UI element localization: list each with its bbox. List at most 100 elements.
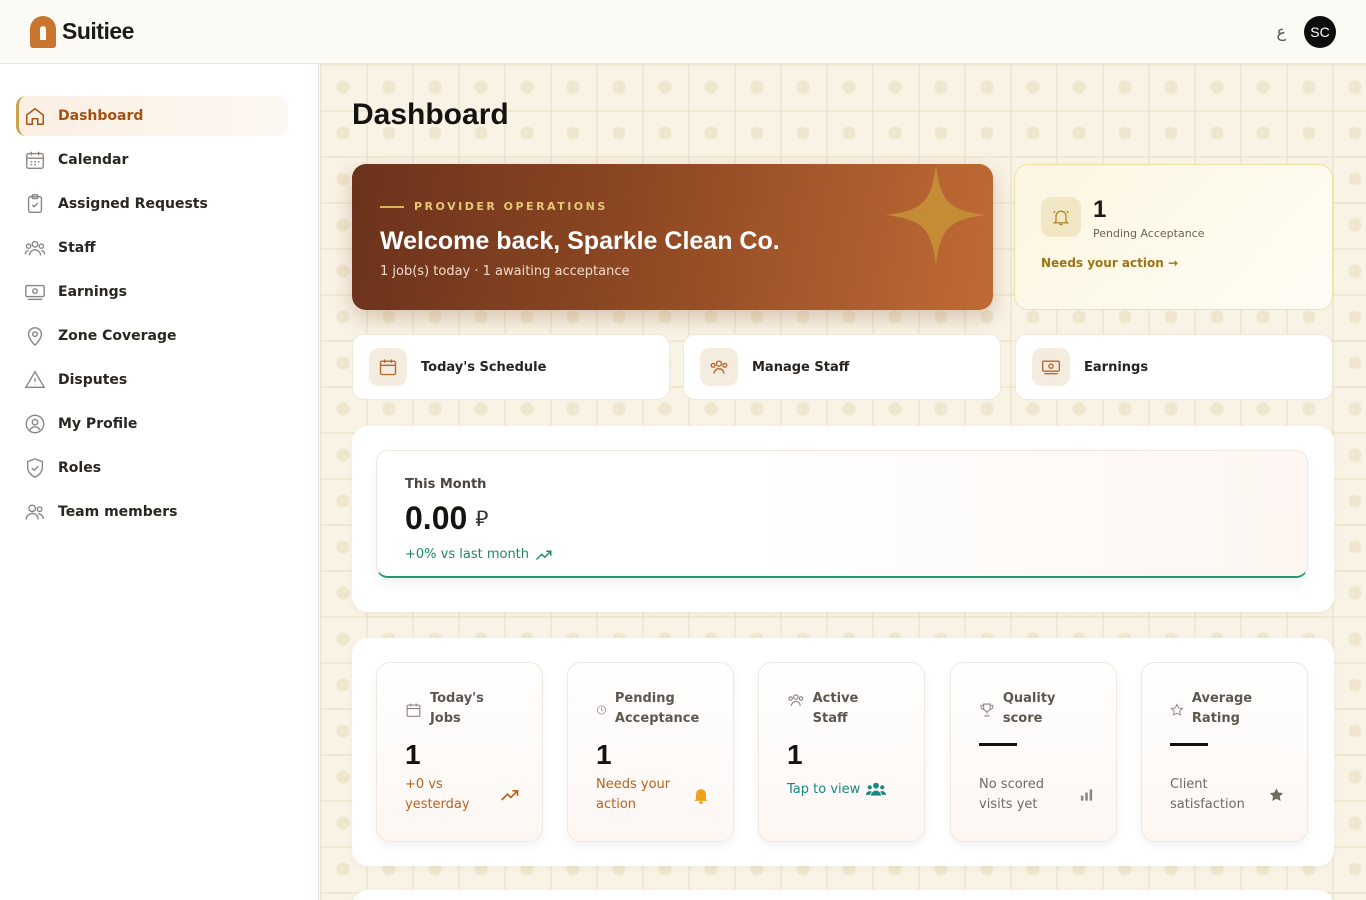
warning-icon: [24, 369, 46, 391]
banknote-icon: [24, 281, 46, 303]
earnings-amount: 0.00: [405, 500, 468, 536]
needs-action-link[interactable]: Needs your action →: [1041, 256, 1306, 270]
stat-card-active-staff[interactable]: Active Staff 1 Tap to view: [758, 662, 925, 842]
sidebar-item-label: Calendar: [58, 152, 129, 168]
sidebar-item-label: Earnings: [58, 284, 128, 300]
users-icon: [24, 237, 46, 259]
welcome-banner: PROVIDER OPERATIONS Welcome back, Sparkl…: [352, 164, 993, 310]
calendar-icon: [24, 149, 46, 171]
pending-count: 1: [1093, 196, 1107, 223]
month-delta-text: +0% vs last month: [405, 547, 530, 562]
stat-card-quality-score[interactable]: Quality score No scored visits yet: [950, 662, 1117, 842]
sidebar-item-disputes[interactable]: Disputes: [16, 360, 288, 400]
main-content: Dashboard PROVIDER OPERATIONS Welcome ba…: [320, 64, 1366, 900]
users-icon: [700, 348, 738, 386]
page-title: Dashboard: [352, 98, 509, 131]
next-panel: [352, 890, 1334, 900]
sidebar-item-calendar[interactable]: Calendar: [16, 140, 288, 180]
this-month-value: 0.00 ⃁: [405, 500, 1279, 537]
logo-mark-icon: [30, 15, 56, 48]
shield-check-icon: [24, 457, 46, 479]
sidebar-item-roles[interactable]: Roles: [16, 448, 288, 488]
welcome-subtitle: 1 job(s) today · 1 awaiting acceptance: [380, 264, 630, 279]
app-logo[interactable]: Suitiee: [30, 15, 134, 48]
stat-value: 1: [596, 739, 612, 770]
hero-eyebrow-text: PROVIDER OPERATIONS: [414, 200, 608, 213]
hero-divider: [380, 205, 404, 208]
map-pin-icon: [24, 325, 46, 347]
stat-card-todays-jobs[interactable]: Today's Jobs 1 +0 vs yesterday: [376, 662, 543, 842]
bar-chart-icon: [1080, 789, 1093, 801]
stat-value-empty: [979, 743, 1017, 746]
todays-schedule-button[interactable]: Today's Schedule: [352, 334, 670, 400]
sidebar-item-assigned-requests[interactable]: Assigned Requests: [16, 184, 288, 224]
sidebar-item-label: Team members: [58, 504, 178, 520]
app-name: Suitiee: [62, 18, 134, 44]
stat-title: Quality score: [1002, 691, 1056, 726]
sidebar-item-label: My Profile: [58, 416, 138, 432]
stat-card-pending-acceptance[interactable]: Pending Acceptance 1 Needs your action: [567, 662, 734, 842]
stats-panel: Today's Jobs 1 +0 vs yesterday Pending A…: [352, 638, 1334, 866]
stat-footnote: Tap to view: [787, 781, 861, 797]
manage-staff-button[interactable]: Manage Staff: [683, 334, 1001, 400]
clock-icon: [596, 705, 606, 715]
star-icon: [1170, 703, 1184, 716]
sidebar-item-label: Dashboard: [58, 108, 144, 124]
sidebar: Dashboard Calendar Assigned Requests Sta…: [0, 64, 319, 900]
quick-action-label: Manage Staff: [752, 359, 850, 375]
stat-footnote: No scored visits yet: [979, 777, 1044, 812]
calendar-icon: [406, 703, 421, 717]
currency-symbol: ⃁: [475, 505, 489, 531]
stat-footnote: Needs your action: [596, 777, 671, 812]
trending-up-icon: [501, 790, 519, 801]
quick-action-label: Earnings: [1084, 359, 1149, 375]
sidebar-item-my-profile[interactable]: My Profile: [16, 404, 288, 444]
tap-to-view-link[interactable]: Tap to view: [787, 781, 896, 797]
stat-footnote: Client satisfaction: [1170, 777, 1245, 812]
bell-icon: [1041, 197, 1081, 237]
stat-title: Today's Jobs: [429, 691, 484, 726]
sidebar-item-staff[interactable]: Staff: [16, 228, 288, 268]
calendar-icon: [369, 348, 407, 386]
stat-title: Pending Acceptance: [614, 691, 700, 726]
sidebar-item-zone-coverage[interactable]: Zone Coverage: [16, 316, 288, 356]
team-icon: [24, 501, 46, 523]
language-toggle[interactable]: ع: [1276, 22, 1286, 41]
welcome-title: Welcome back, Sparkle Clean Co.: [380, 227, 780, 255]
monthly-earnings-panel: This Month 0.00 ⃁ +0% vs last month: [352, 426, 1334, 612]
this-month-label: This Month: [405, 477, 487, 492]
star-filled-icon: [1269, 788, 1284, 801]
sidebar-item-label: Staff: [58, 240, 96, 256]
stat-card-average-rating[interactable]: Average Rating Client satisfaction: [1141, 662, 1308, 842]
quick-action-label: Today's Schedule: [421, 359, 547, 375]
earnings-button[interactable]: Earnings: [1015, 334, 1333, 400]
pending-label: Pending Acceptance: [1093, 227, 1205, 240]
stat-title: Average Rating: [1191, 691, 1253, 726]
sidebar-item-earnings[interactable]: Earnings: [16, 272, 288, 312]
sparkle-icon: [885, 164, 987, 266]
trophy-icon: [980, 703, 994, 717]
user-circle-icon: [24, 413, 46, 435]
sidebar-item-label: Roles: [58, 460, 102, 476]
sidebar-item-team-members[interactable]: Team members: [16, 492, 288, 532]
users-icon: [788, 694, 804, 706]
user-avatar[interactable]: SC: [1304, 15, 1336, 48]
sidebar-item-label: Zone Coverage: [58, 328, 177, 344]
bell-icon: [694, 789, 708, 805]
sidebar-item-label: Disputes: [58, 372, 128, 388]
banknote-icon: [1032, 348, 1070, 386]
team-icon: [866, 782, 887, 796]
home-icon: [24, 105, 46, 127]
top-bar-actions: ع SC: [1276, 15, 1336, 48]
month-delta: +0% vs last month: [405, 547, 1279, 562]
stat-title: Active Staff: [812, 691, 859, 726]
hero-eyebrow: PROVIDER OPERATIONS: [380, 200, 965, 213]
sidebar-item-label: Assigned Requests: [58, 196, 208, 212]
sidebar-item-dashboard[interactable]: Dashboard: [16, 96, 288, 136]
stat-value: 1: [787, 739, 803, 770]
trending-up-icon: [536, 550, 552, 560]
this-month-card: This Month 0.00 ⃁ +0% vs last month: [376, 450, 1308, 578]
stat-footnote: +0 vs yesterday: [405, 777, 470, 812]
pending-acceptance-card[interactable]: 1 Pending Acceptance Needs your action →: [1014, 164, 1333, 310]
stat-value-empty: [1170, 743, 1208, 746]
